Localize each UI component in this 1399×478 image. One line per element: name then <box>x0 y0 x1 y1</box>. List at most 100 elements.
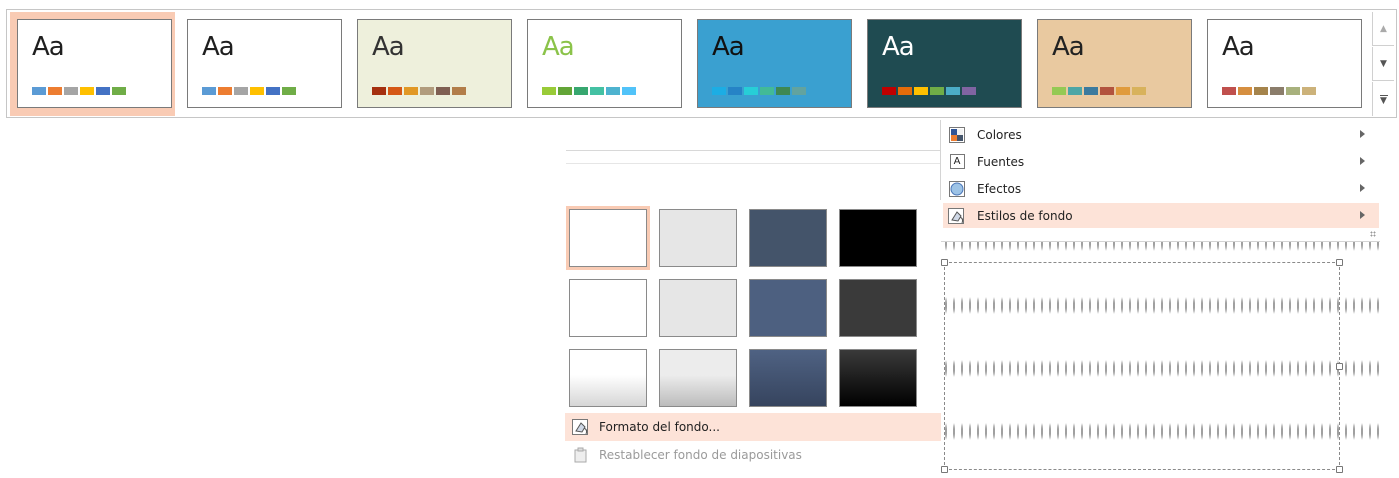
resize-handle-top-left[interactable] <box>941 259 948 266</box>
theme-preview: Aa <box>17 19 172 108</box>
background-style-option[interactable] <box>656 276 740 340</box>
theme-thumbnail[interactable]: Aa <box>1030 12 1195 116</box>
color-swatch <box>882 87 896 95</box>
color-swatch <box>1286 87 1300 95</box>
gallery-more-button[interactable]: ▼ <box>1372 82 1394 116</box>
color-swatch <box>946 87 960 95</box>
theme-thumbnail[interactable]: Aa <box>1200 12 1365 116</box>
color-swatch <box>452 87 466 95</box>
gallery-scroll-down-button[interactable]: ▼ <box>1372 47 1394 81</box>
theme-thumbnail[interactable]: Aa <box>180 12 345 116</box>
theme-color-swatches <box>712 87 806 95</box>
color-swatch <box>1254 87 1268 95</box>
color-swatch <box>372 87 386 95</box>
menu-item-fuentes[interactable]: A Fuentes <box>943 149 1379 174</box>
color-swatch <box>962 87 976 95</box>
color-swatch <box>744 87 758 95</box>
reset-background-label: Restablecer fondo de diapositivas <box>599 448 802 462</box>
slide-edge-line-2 <box>566 163 940 164</box>
resize-handle-right[interactable] <box>1336 363 1343 370</box>
menu-item-efectos[interactable]: Efectos <box>943 176 1379 201</box>
theme-color-swatches <box>542 87 636 95</box>
theme-thumbnail[interactable]: Aa <box>350 12 515 116</box>
theme-thumbnail[interactable]: Aa <box>520 12 685 116</box>
submenu-arrow-icon <box>1360 184 1365 192</box>
color-swatch <box>760 87 774 95</box>
color-swatch <box>266 87 280 95</box>
background-style-swatch <box>659 279 737 337</box>
gallery-scroll-up-button[interactable]: ▲ <box>1372 12 1394 46</box>
color-swatch <box>606 87 620 95</box>
theme-color-swatches <box>882 87 976 95</box>
color-swatch <box>80 87 94 95</box>
resize-handle-bottom-right[interactable] <box>1336 466 1343 473</box>
color-swatch <box>930 87 944 95</box>
background-style-icon <box>947 207 967 225</box>
background-style-swatch <box>659 209 737 267</box>
menu-item-estilos-de-fondo[interactable]: Estilos de fondo <box>943 203 1379 228</box>
theme-preview: Aa <box>867 19 1022 108</box>
submenu-arrow-icon <box>1360 130 1365 138</box>
resize-grip-icon[interactable] <box>1370 231 1376 237</box>
content-placeholder[interactable] <box>941 259 1343 473</box>
background-style-option[interactable] <box>566 346 650 410</box>
theme-thumbnail[interactable]: Aa <box>10 12 175 116</box>
background-style-option[interactable] <box>836 346 920 410</box>
background-style-swatch <box>749 349 827 407</box>
color-swatch <box>250 87 264 95</box>
background-style-swatch <box>569 279 647 337</box>
background-style-option[interactable] <box>656 346 740 410</box>
background-style-swatch <box>659 349 737 407</box>
resize-handle-bottom-left[interactable] <box>941 466 948 473</box>
background-style-option[interactable] <box>746 206 830 270</box>
theme-sample-text: Aa <box>372 32 405 62</box>
color-swatch <box>898 87 912 95</box>
color-swatch <box>1100 87 1114 95</box>
menu-item-label: Colores <box>977 127 1022 142</box>
theme-preview: Aa <box>1037 19 1192 108</box>
resize-handle-top-right[interactable] <box>1336 259 1343 266</box>
background-style-swatch <box>749 209 827 267</box>
menu-item-label: Efectos <box>977 181 1022 196</box>
theme-color-swatches <box>1052 87 1146 95</box>
color-swatch <box>420 87 434 95</box>
submenu-arrow-icon <box>1360 157 1365 165</box>
theme-color-swatches <box>202 87 296 95</box>
theme-thumbnail[interactable]: Aa <box>690 12 855 116</box>
menu-item-colores[interactable]: Colores <box>943 122 1379 147</box>
triangle-down-icon: ▼ <box>1380 58 1387 69</box>
background-style-option[interactable] <box>836 276 920 340</box>
color-swatch <box>202 87 216 95</box>
format-background-button[interactable]: Formato del fondo... <box>565 413 941 441</box>
background-style-option[interactable] <box>836 206 920 270</box>
color-swatch <box>48 87 62 95</box>
theme-preview: Aa <box>527 19 682 108</box>
background-style-option[interactable] <box>656 206 740 270</box>
theme-color-swatches <box>1222 87 1316 95</box>
color-swatch <box>1068 87 1082 95</box>
background-style-swatch <box>749 279 827 337</box>
color-swatch <box>914 87 928 95</box>
color-swatch <box>234 87 248 95</box>
background-style-option[interactable] <box>746 276 830 340</box>
color-swatch <box>1132 87 1146 95</box>
theme-sample-text: Aa <box>202 32 235 62</box>
theme-preview: Aa <box>1207 19 1362 108</box>
effects-icon <box>947 180 967 198</box>
background-style-option[interactable] <box>566 276 650 340</box>
color-swatch <box>404 87 418 95</box>
menu-item-label: Estilos de fondo <box>977 208 1073 223</box>
theme-sample-text: Aa <box>1222 32 1255 62</box>
theme-sample-text: Aa <box>882 32 915 62</box>
format-background-label: Formato del fondo... <box>599 420 720 434</box>
background-style-swatch <box>569 209 647 267</box>
theme-sample-text: Aa <box>712 32 745 62</box>
color-swatch <box>542 87 556 95</box>
color-swatch <box>792 87 806 95</box>
background-style-option[interactable] <box>746 346 830 410</box>
theme-thumbnail[interactable]: Aa <box>860 12 1025 116</box>
color-swatch <box>112 87 126 95</box>
reset-background-button[interactable]: Restablecer fondo de diapositivas <box>565 441 941 469</box>
themes-gallery: Aa Aa Aa Aa Aa Aa Aa Aa ▲ ▼ ▼ <box>6 9 1397 118</box>
background-style-option[interactable] <box>566 206 650 270</box>
